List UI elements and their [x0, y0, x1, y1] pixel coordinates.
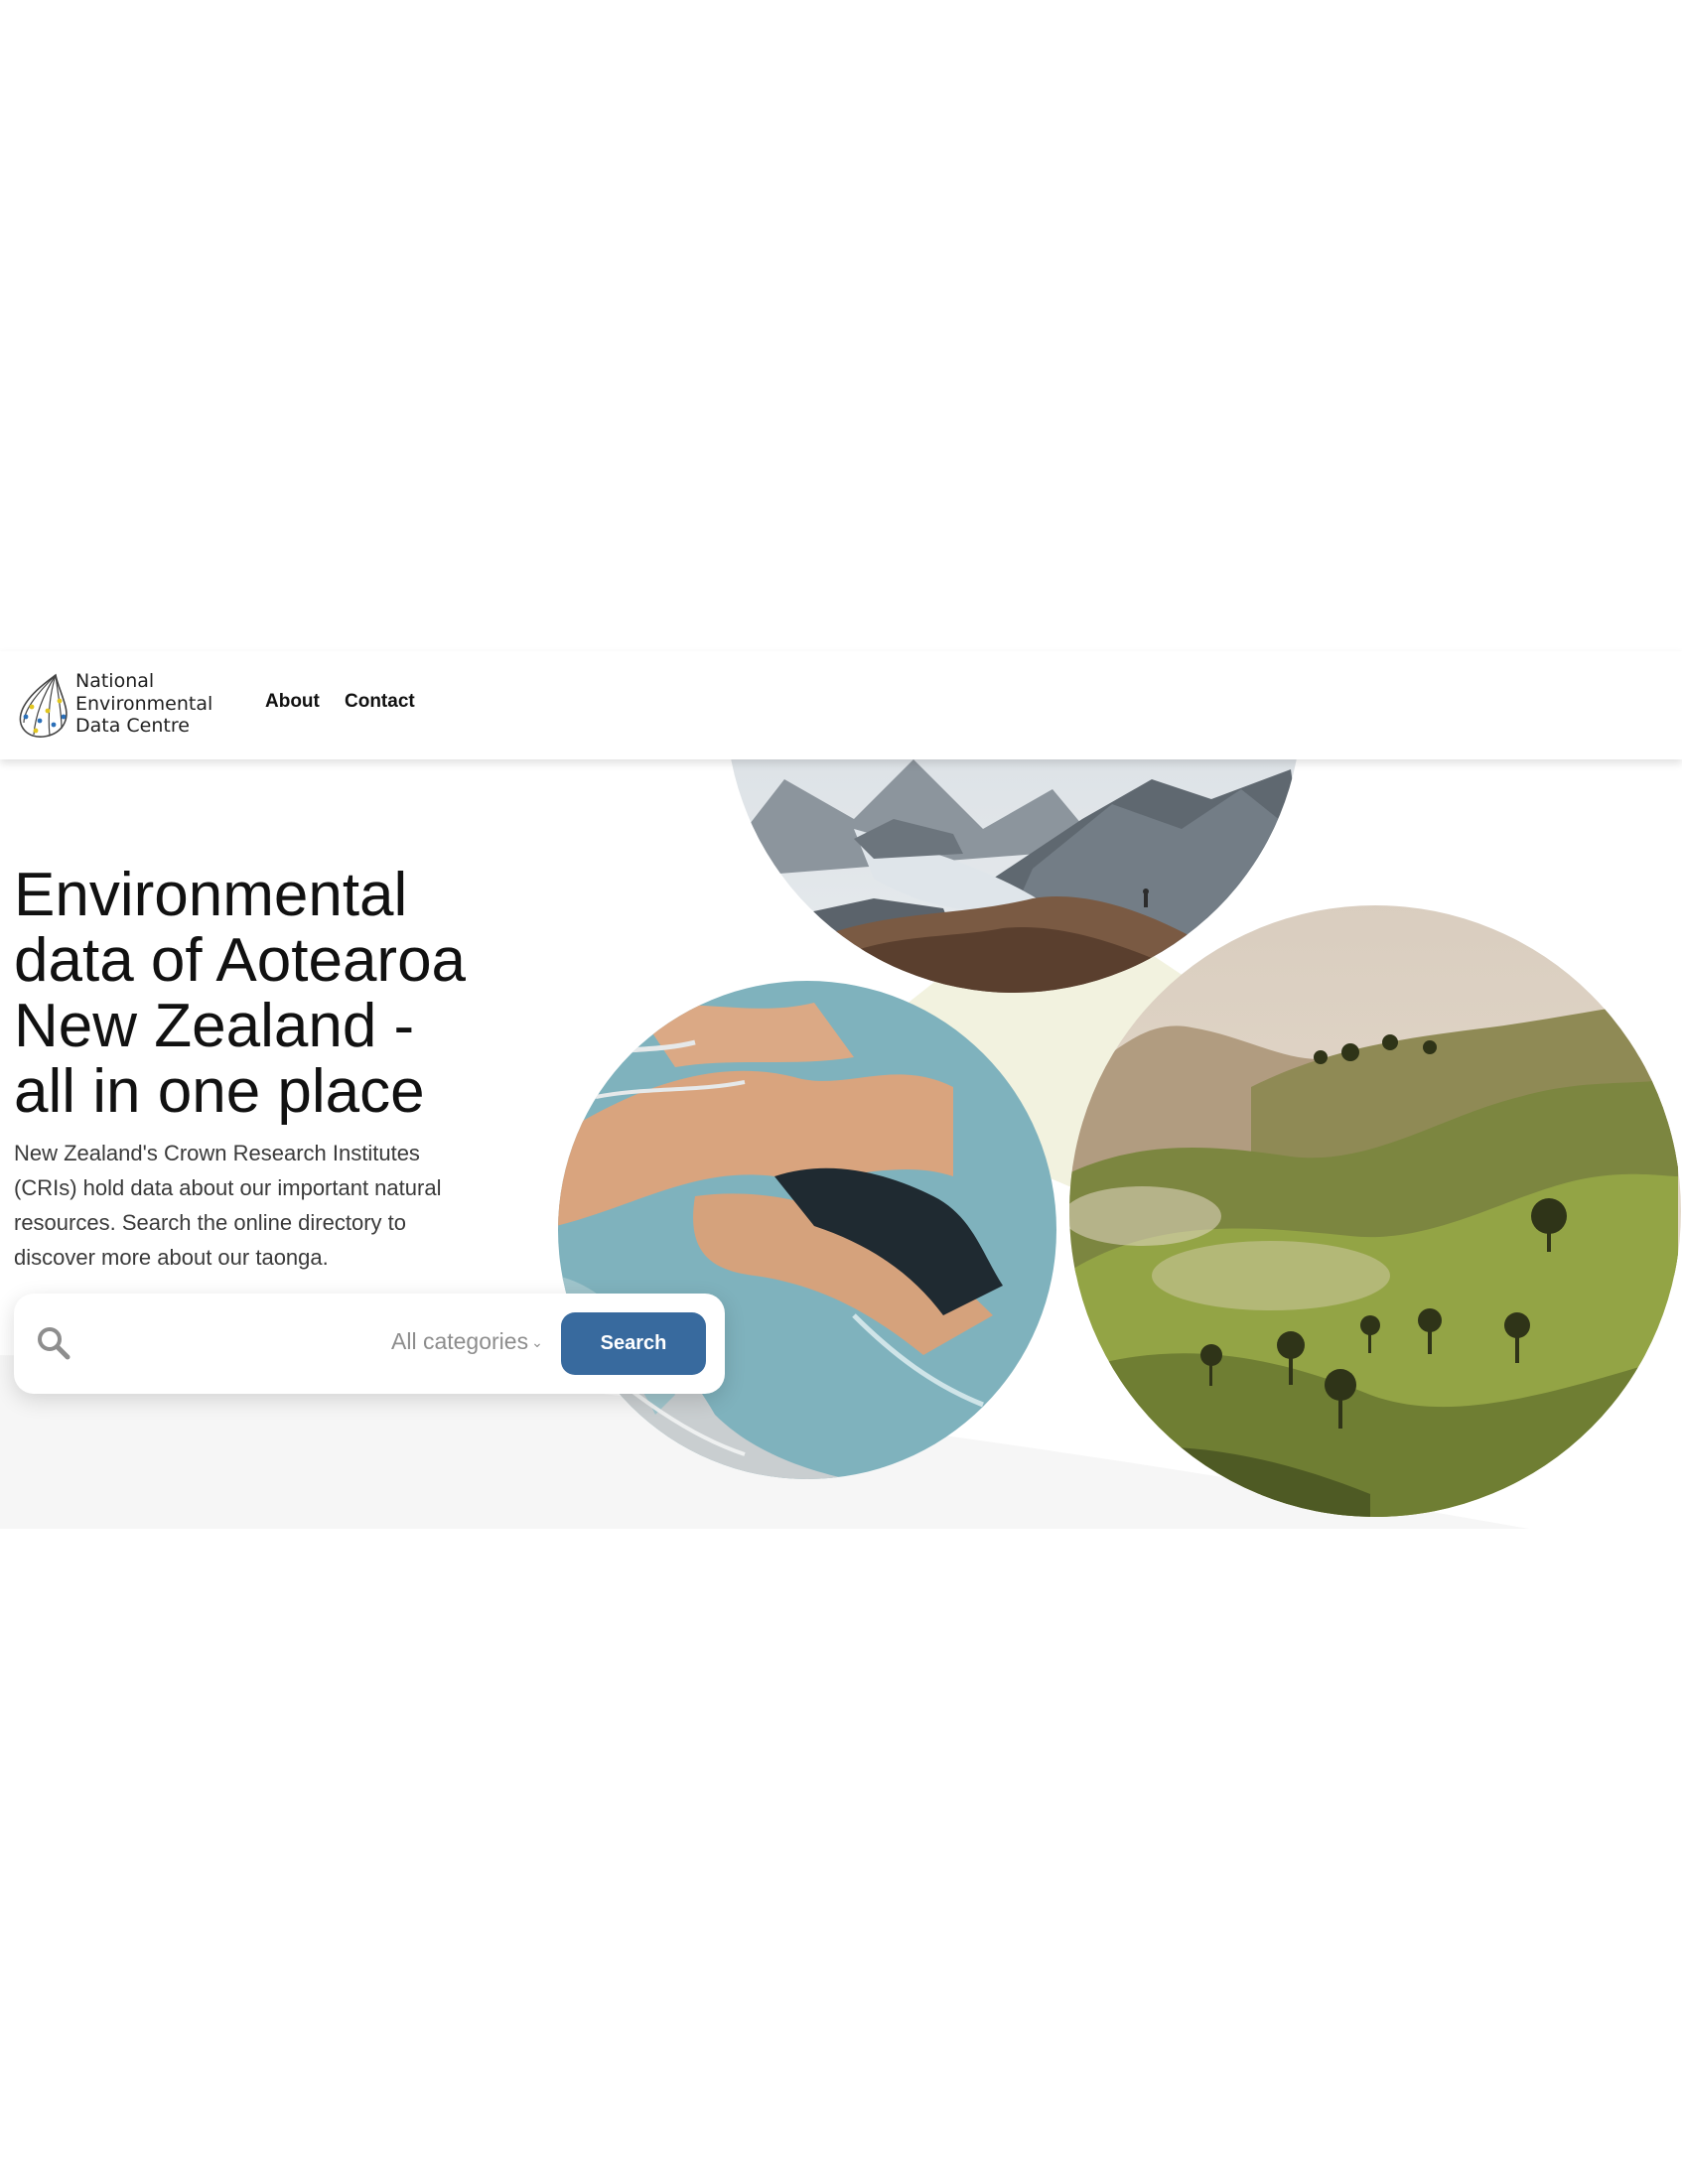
category-dropdown-label: All categories: [391, 1328, 529, 1354]
nav-contact-link[interactable]: Contact: [345, 691, 415, 713]
search-icon: [38, 1327, 70, 1360]
search-bar: All categories ⌄ Search: [14, 1294, 725, 1394]
hero-title-line: data of Aotearoa: [14, 926, 467, 995]
logo-icon[interactable]: [14, 671, 71, 741]
category-dropdown[interactable]: All categories ⌄: [391, 1328, 543, 1355]
hero-section: Environmental data of Aotearoa New Zeala…: [0, 759, 1682, 1529]
search-button[interactable]: Search: [561, 1312, 706, 1375]
hero-title-line: Environmental: [14, 861, 408, 929]
search-input[interactable]: [87, 1321, 389, 1367]
hero-description: New Zealand's Crown Research Institutes …: [14, 1141, 442, 1270]
chevron-down-icon: ⌄: [531, 1334, 543, 1350]
hero-title-line: all in one place: [14, 1057, 425, 1126]
hero-title: Environmental data of Aotearoa New Zeala…: [14, 863, 491, 1125]
site-header: National Environmental Data Centre About…: [0, 651, 1682, 759]
logo-text[interactable]: National Environmental Data Centre: [75, 670, 212, 738]
nav-about-link[interactable]: About: [265, 691, 320, 713]
hero-title-line: New Zealand -: [14, 992, 415, 1060]
